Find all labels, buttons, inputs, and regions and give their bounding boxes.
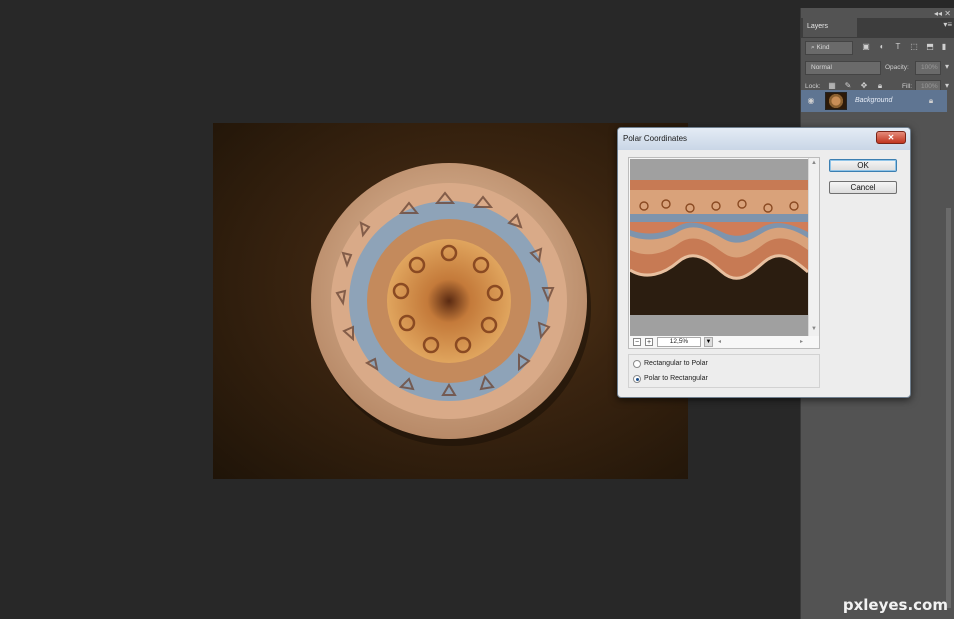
preview-distortion	[630, 180, 808, 315]
zoom-bar: − + 12,5% ▼ ◂ ▸	[630, 336, 808, 348]
opacity-field[interactable]: 100%	[915, 61, 941, 75]
layer-name: Background	[855, 97, 893, 104]
conversion-options: Rectangular to Polar Polar to Rectangula…	[628, 354, 820, 388]
scroll-up-icon[interactable]: ▲	[811, 160, 817, 166]
panel-menu-icon[interactable]: ▾≡	[943, 20, 952, 29]
cancel-button[interactable]: Cancel	[829, 181, 897, 194]
shape-filter-icon[interactable]: ⬚	[909, 42, 919, 52]
type-filter-icon[interactable]: T	[893, 42, 903, 52]
polar-coordinates-dialog: Polar Coordinates ✕ ▲ ▼ − + 12,5% ▼ ◂ ▸ …	[617, 127, 911, 398]
collapse-panel-icon[interactable]: ◂◂ ✕	[934, 9, 951, 18]
tab-layers[interactable]: Layers	[803, 17, 857, 37]
lock-icon: 🔒︎	[928, 96, 934, 105]
filter-kind-select[interactable]: ⌕ Kind	[805, 41, 853, 55]
ok-button[interactable]: OK	[829, 159, 897, 172]
preview-top-margin	[630, 159, 808, 180]
blend-row: Normal Opacity: 100% ▾	[801, 58, 951, 78]
zoom-out-button[interactable]: −	[633, 338, 641, 346]
preview-bottom-margin	[630, 315, 808, 336]
preview-box[interactable]: ▲ ▼ − + 12,5% ▼ ◂ ▸	[628, 157, 820, 349]
filter-row: ⌕ Kind ▣ ◐ T ⬚ ⬒ ▮	[801, 38, 951, 58]
adjustment-filter-icon[interactable]: ◐	[877, 42, 887, 52]
close-icon[interactable]: ✕	[876, 131, 906, 144]
preview-vertical-scrollbar[interactable]: ▲ ▼	[808, 158, 819, 336]
zoom-value-field[interactable]: 12,5%	[657, 337, 701, 347]
smart-object-filter-icon[interactable]: ⬒	[925, 42, 935, 52]
zoom-in-button[interactable]: +	[645, 338, 653, 346]
option-label: Rectangular to Polar	[644, 360, 708, 367]
panel-scrollbar[interactable]	[946, 208, 951, 608]
dialog-titlebar[interactable]: Polar Coordinates ✕	[618, 128, 910, 150]
filter-kind-label: Kind	[816, 44, 830, 51]
preview-image[interactable]	[630, 180, 808, 315]
zoom-dropdown-icon[interactable]: ▼	[704, 337, 713, 347]
filter-toggle-icon[interactable]: ▮	[939, 42, 949, 52]
layer-row-background[interactable]: ◉ Background 🔒︎	[801, 90, 947, 112]
opacity-dropdown-icon[interactable]: ▾	[942, 62, 952, 72]
opacity-label: Opacity:	[885, 64, 909, 71]
scroll-left-icon[interactable]: ◂	[718, 338, 721, 345]
dialog-title: Polar Coordinates	[623, 134, 688, 143]
radio-rectangular-to-polar[interactable]	[633, 360, 641, 368]
watermark: pxleyes.com	[842, 596, 948, 614]
scroll-right-icon[interactable]: ▸	[800, 338, 803, 345]
layer-thumbnail	[825, 92, 847, 110]
image-filter-icon[interactable]: ▣	[861, 42, 871, 52]
scroll-down-icon[interactable]: ▼	[811, 326, 817, 332]
eye-icon[interactable]: ◉	[806, 96, 816, 106]
blend-mode-select[interactable]: Normal	[805, 61, 881, 75]
radio-polar-to-rectangular[interactable]	[633, 375, 641, 383]
option-label: Polar to Rectangular	[644, 375, 708, 382]
